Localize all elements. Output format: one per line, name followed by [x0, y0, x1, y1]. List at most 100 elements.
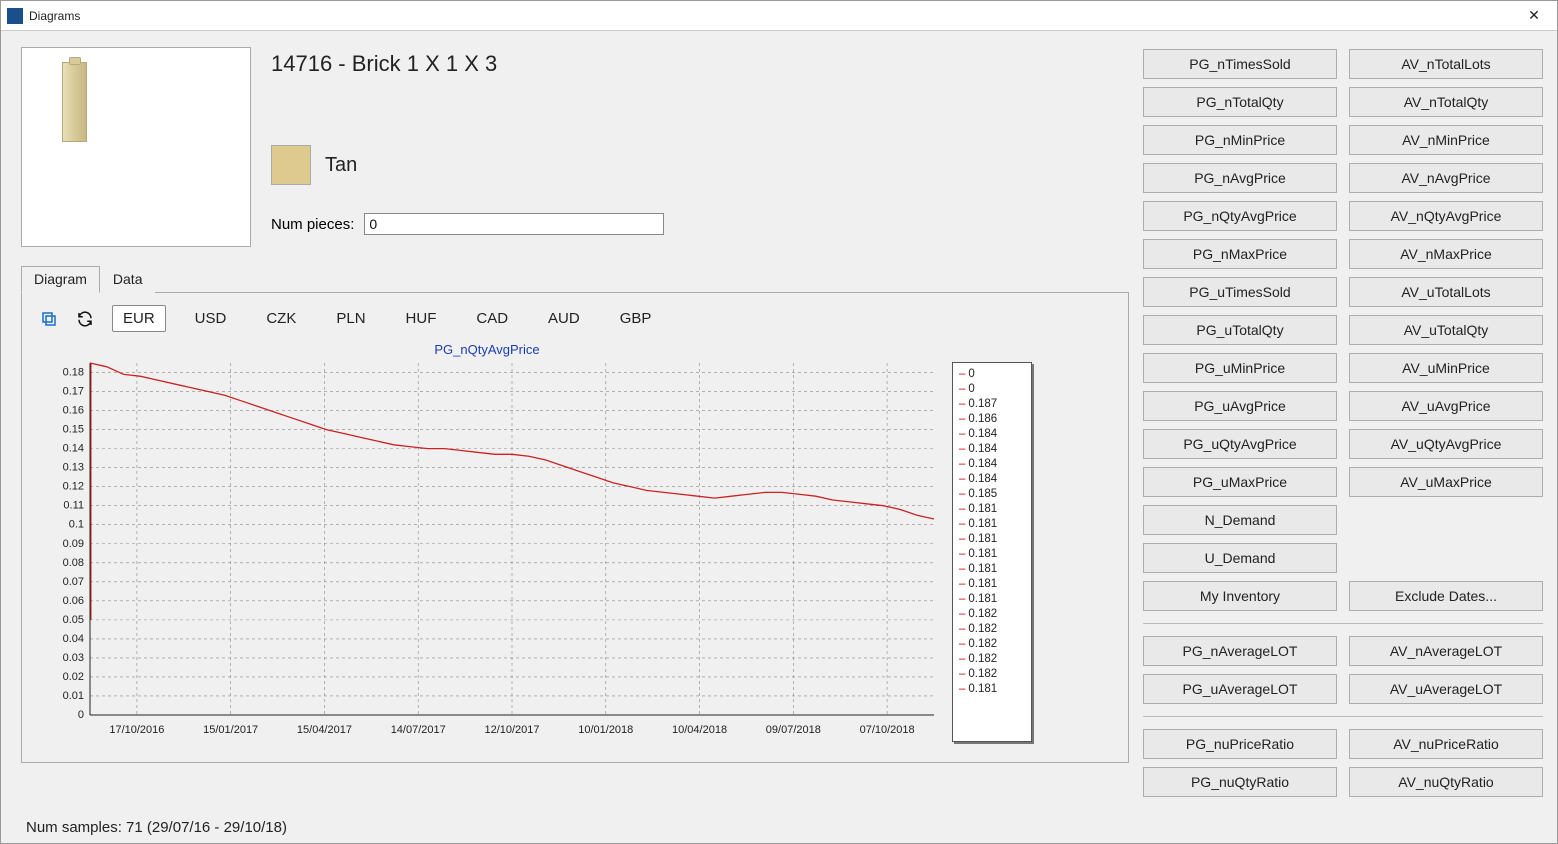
svg-text:10/04/2018: 10/04/2018 [672, 724, 727, 736]
metric-pg-nupriceratio[interactable]: PG_nuPriceRatio [1143, 729, 1337, 759]
metric-pg-ntimessold[interactable]: PG_nTimesSold [1143, 49, 1337, 79]
svg-text:14/07/2017: 14/07/2017 [391, 724, 446, 736]
metric-av-nqtyavgprice[interactable]: AV_nQtyAvgPrice [1349, 201, 1543, 231]
part-thumbnail [21, 47, 251, 247]
metric-u-demand[interactable]: U_Demand [1143, 543, 1337, 573]
svg-text:0.02: 0.02 [63, 671, 84, 683]
chart-toolbar: EUR USD CZK PLN HUF CAD AUD GBP [32, 303, 1118, 342]
legend-value: –0.182 [959, 637, 1025, 652]
tab-diagram[interactable]: Diagram [21, 266, 100, 293]
svg-text:0.04: 0.04 [63, 633, 84, 645]
metric-pg-uaveragelot[interactable]: PG_uAverageLOT [1143, 674, 1337, 704]
currency-czk[interactable]: CZK [255, 305, 307, 332]
legend-value: –0.184 [959, 427, 1025, 442]
metric-pg-nminprice[interactable]: PG_nMinPrice [1143, 125, 1337, 155]
svg-text:0.13: 0.13 [63, 462, 84, 474]
metric-av-ntotalqty[interactable]: AV_nTotalQty [1349, 87, 1543, 117]
metric-my-inventory[interactable]: My Inventory [1143, 581, 1337, 611]
metric-buttons-column: PG_nTimesSold AV_nTotalLots PG_nTotalQty AV… [1143, 47, 1543, 837]
metric-pg-nqtyavgprice[interactable]: PG_nQtyAvgPrice [1143, 201, 1337, 231]
svg-text:0.07: 0.07 [63, 576, 84, 588]
legend-value: –0.181 [959, 682, 1025, 697]
svg-text:0.06: 0.06 [63, 595, 84, 607]
metric-av-navgprice[interactable]: AV_nAvgPrice [1349, 163, 1543, 193]
chart-area: PG_nQtyAvgPrice 00.010.020.030.040.050.0… [32, 342, 942, 746]
metric-av-uqtyavgprice[interactable]: AV_uQtyAvgPrice [1349, 429, 1543, 459]
legend-value: –0 [959, 367, 1025, 382]
metric-av-nminprice[interactable]: AV_nMinPrice [1349, 125, 1543, 155]
currency-cad[interactable]: CAD [465, 305, 519, 332]
app-icon [7, 8, 23, 24]
metric-pg-nuqtyratio[interactable]: PG_nuQtyRatio [1143, 767, 1337, 797]
legend-value: –0.182 [959, 607, 1025, 622]
metric-exclude-dates-[interactable]: Exclude Dates... [1349, 581, 1543, 611]
num-pieces-input[interactable] [364, 213, 664, 235]
metric-n-demand[interactable]: N_Demand [1143, 505, 1337, 535]
svg-text:15/04/2017: 15/04/2017 [297, 724, 352, 736]
svg-text:12/10/2017: 12/10/2017 [484, 724, 539, 736]
tab-data[interactable]: Data [100, 266, 156, 293]
color-swatch [271, 145, 311, 185]
svg-text:0.01: 0.01 [63, 690, 84, 702]
metric-av-nupriceratio[interactable]: AV_nuPriceRatio [1349, 729, 1543, 759]
svg-text:0.15: 0.15 [63, 424, 84, 436]
currency-usd[interactable]: USD [184, 305, 238, 332]
svg-text:07/10/2018: 07/10/2018 [860, 724, 915, 736]
brick-image [62, 62, 87, 142]
metric-pg-uminprice[interactable]: PG_uMinPrice [1143, 353, 1337, 383]
metric-pg-umaxprice[interactable]: PG_uMaxPrice [1143, 467, 1337, 497]
legend-value: –0.184 [959, 472, 1025, 487]
svg-text:0.16: 0.16 [63, 405, 84, 417]
svg-text:0.03: 0.03 [63, 652, 84, 664]
svg-text:10/01/2018: 10/01/2018 [578, 724, 633, 736]
legend-value: –0.181 [959, 532, 1025, 547]
value-list: –0–0–0.187–0.186–0.184–0.184–0.184–0.184… [952, 362, 1032, 742]
metric-av-umaxprice[interactable]: AV_uMaxPrice [1349, 467, 1543, 497]
metric-av-ntotallots[interactable]: AV_nTotalLots [1349, 49, 1543, 79]
metric-av-utotallots[interactable]: AV_uTotalLots [1349, 277, 1543, 307]
tab-body-diagram: EURUSDCZKPLNHUFCADAUDGBP PG_nQtyAvgPrice… [21, 293, 1129, 763]
svg-text:0.08: 0.08 [63, 557, 84, 569]
metric-pg-utotalqty[interactable]: PG_uTotalQty [1143, 315, 1337, 345]
metric-av-naveragelot[interactable]: AV_nAverageLOT [1349, 636, 1543, 666]
refresh-icon[interactable] [76, 310, 94, 328]
metric-pg-nmaxprice[interactable]: PG_nMaxPrice [1143, 239, 1337, 269]
window-title: Diagrams [29, 9, 1511, 23]
metric-pg-uavgprice[interactable]: PG_uAvgPrice [1143, 391, 1337, 421]
legend-value: –0 [959, 382, 1025, 397]
metric-av-nmaxprice[interactable]: AV_nMaxPrice [1349, 239, 1543, 269]
close-icon[interactable]: ✕ [1511, 1, 1557, 30]
legend-value: –0.181 [959, 592, 1025, 607]
currency-huf[interactable]: HUF [395, 305, 448, 332]
currency-aud[interactable]: AUD [537, 305, 591, 332]
svg-text:0.09: 0.09 [63, 538, 84, 550]
metric-av-uminprice[interactable]: AV_uMinPrice [1349, 353, 1543, 383]
svg-text:0: 0 [78, 709, 84, 721]
legend-value: –0.181 [959, 517, 1025, 532]
titlebar: Diagrams ✕ [1, 1, 1557, 31]
legend-value: –0.181 [959, 547, 1025, 562]
metric-av-uavgprice[interactable]: AV_uAvgPrice [1349, 391, 1543, 421]
currency-pln[interactable]: PLN [325, 305, 376, 332]
metric-pg-naveragelot[interactable]: PG_nAverageLOT [1143, 636, 1337, 666]
svg-text:15/01/2017: 15/01/2017 [203, 724, 258, 736]
metric-av-nuqtyratio[interactable]: AV_nuQtyRatio [1349, 767, 1543, 797]
svg-text:0.1: 0.1 [69, 519, 84, 531]
metric-av-uaveragelot[interactable]: AV_uAverageLOT [1349, 674, 1543, 704]
metric-pg-ntotalqty[interactable]: PG_nTotalQty [1143, 87, 1337, 117]
part-title: 14716 - Brick 1 X 1 X 3 [271, 51, 664, 77]
currency-gbp[interactable]: GBP [609, 305, 663, 332]
copy-icon[interactable] [40, 310, 58, 328]
metric-pg-navgprice[interactable]: PG_nAvgPrice [1143, 163, 1337, 193]
metric-pg-uqtyavgprice[interactable]: PG_uQtyAvgPrice [1143, 429, 1337, 459]
legend-value: –0.182 [959, 622, 1025, 637]
svg-text:0.18: 0.18 [63, 367, 84, 379]
metric-pg-utimessold[interactable]: PG_uTimesSold [1143, 277, 1337, 307]
legend-value: –0.186 [959, 412, 1025, 427]
legend-value: –0.184 [959, 442, 1025, 457]
metric-av-utotalqty[interactable]: AV_uTotalQty [1349, 315, 1543, 345]
svg-text:09/07/2018: 09/07/2018 [766, 724, 821, 736]
currency-eur[interactable]: EUR [112, 305, 166, 332]
legend-value: –0.181 [959, 502, 1025, 517]
legend-value: –0.182 [959, 652, 1025, 667]
